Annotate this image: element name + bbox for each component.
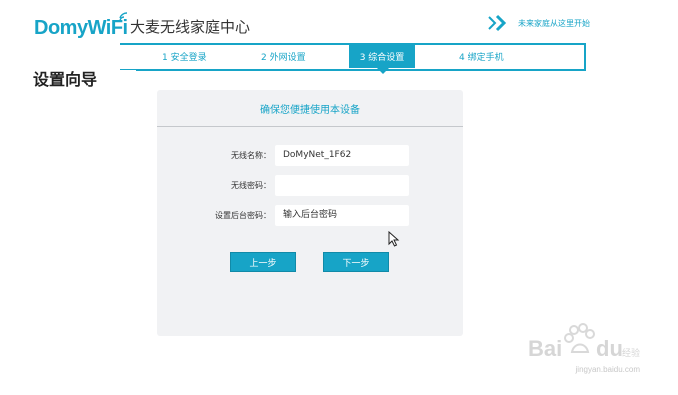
ssid-row: 无线名称： DoMyNet_1F62	[157, 145, 463, 167]
watermark-url: jingyan.baidu.com	[575, 365, 640, 374]
brand-title: 大麦无线家庭中心	[130, 18, 251, 36]
logo-text: DomyWiFi	[34, 16, 128, 39]
next-button[interactable]: 下一步	[323, 252, 389, 272]
active-step-pointer	[377, 68, 389, 74]
ssid-input[interactable]: DoMyNet_1F62	[275, 145, 409, 166]
step-general-active: 3 综合设置	[349, 45, 415, 68]
svg-text:经验: 经验	[622, 347, 640, 359]
ssid-label: 无线名称：	[231, 151, 271, 160]
wifi-password-label: 无线密码：	[231, 181, 271, 190]
admin-password-row: 设置后台密码： 输入后台密码	[157, 205, 463, 227]
step-bind-phone: 4 绑定手机	[459, 53, 504, 63]
svg-text:du: du	[596, 336, 623, 361]
tagline-link[interactable]: 未来家庭从这里开始	[518, 18, 590, 29]
mouse-cursor-icon	[388, 231, 400, 247]
prev-button[interactable]: 上一步	[230, 252, 296, 272]
baidu-jingyan-watermark: Bai du 经验	[528, 323, 640, 361]
admin-password-label: 设置后台密码：	[215, 211, 271, 220]
step-login: 1 安全登录	[162, 53, 207, 63]
settings-panel: 确保您便捷使用本设备 无线名称： DoMyNet_1F62 无线密码： 设置后台…	[157, 90, 463, 336]
svg-text:Bai: Bai	[528, 336, 562, 361]
wifi-password-row: 无线密码：	[157, 175, 463, 197]
page-title: 设置向导	[33, 70, 98, 89]
wifi-password-input[interactable]	[275, 175, 409, 196]
brand-logo: DomyWiFi	[34, 12, 128, 42]
admin-password-input[interactable]: 输入后台密码	[275, 205, 409, 226]
panel-heading: 确保您便捷使用本设备	[157, 90, 463, 127]
steps-bar-gap	[120, 70, 136, 72]
chevron-right-icon	[488, 14, 507, 32]
step-wan: 2 外网设置	[261, 53, 306, 63]
wifi-wave-icon	[119, 12, 128, 22]
